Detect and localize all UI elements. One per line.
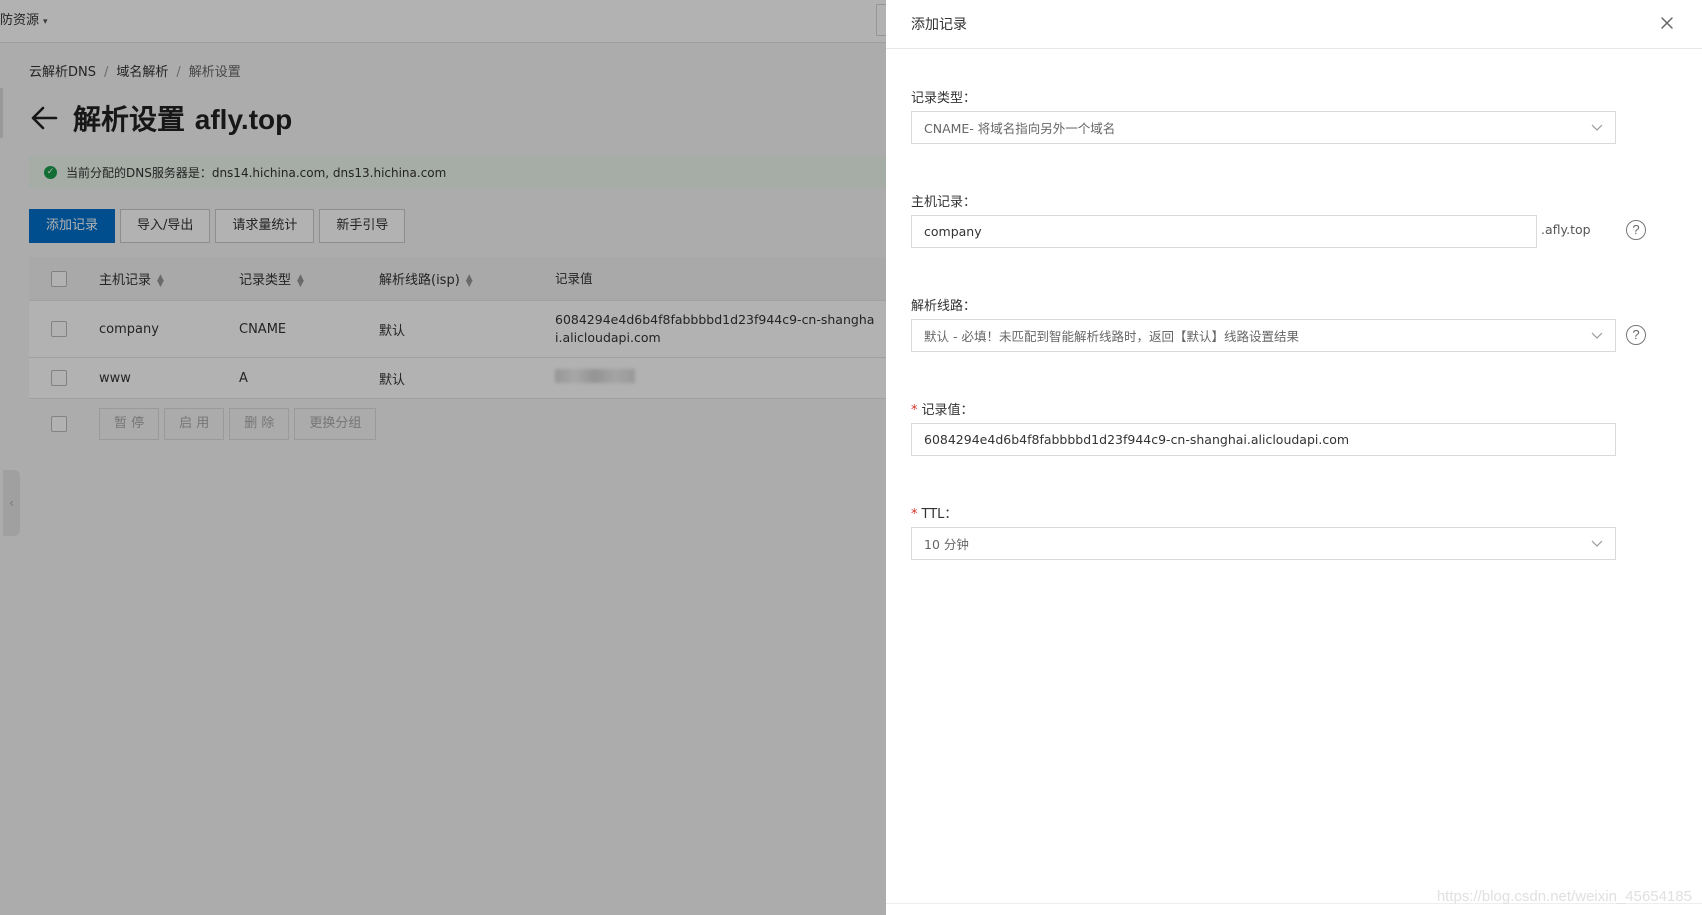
ttl-value: 10 分钟 bbox=[924, 537, 969, 552]
chevron-down-icon bbox=[1591, 124, 1603, 131]
domain-suffix: .afly.top bbox=[1541, 222, 1591, 237]
host-record-label: 主机记录： bbox=[911, 195, 977, 210]
modal-overlay[interactable] bbox=[0, 0, 886, 915]
host-record-field: 主机记录： company .afly.top ? bbox=[911, 191, 1671, 248]
resolve-line-label: 解析线路： bbox=[911, 299, 977, 314]
close-icon[interactable] bbox=[1657, 13, 1677, 33]
drawer-header: 添加记录 bbox=[886, 0, 1702, 49]
resolve-line-value: 默认 - 必填！未匹配到智能解析线路时，返回【默认】线路设置结果 bbox=[924, 329, 1299, 344]
record-type-label: 记录类型： bbox=[911, 91, 977, 106]
drawer-title: 添加记录 bbox=[911, 17, 967, 33]
required-mark: * bbox=[911, 507, 918, 522]
host-record-input[interactable]: company bbox=[911, 215, 1537, 248]
chevron-down-icon bbox=[1591, 540, 1603, 547]
resolve-line-select[interactable]: 默认 - 必填！未匹配到智能解析线路时，返回【默认】线路设置结果 bbox=[911, 319, 1616, 352]
ttl-label: * TTL： bbox=[911, 503, 1671, 522]
record-type-field: 记录类型： CNAME- 将域名指向另外一个域名 bbox=[911, 87, 1671, 144]
required-mark: * bbox=[911, 403, 918, 418]
resolve-line-field: 解析线路： 默认 - 必填！未匹配到智能解析线路时，返回【默认】线路设置结果 ? bbox=[911, 295, 1671, 352]
record-value-input[interactable]: 6084294e4d6b4f8fabbbbd1d23f944c9-cn-shan… bbox=[911, 423, 1616, 456]
record-value-label-text: 记录值： bbox=[921, 403, 974, 418]
ttl-field: * TTL： 10 分钟 bbox=[911, 503, 1671, 560]
host-help-icon[interactable]: ? bbox=[1626, 220, 1646, 240]
add-record-drawer: 添加记录 记录类型： CNAME- 将域名指向另外一个域名 主机记录： comp… bbox=[886, 0, 1702, 915]
ttl-label-text: TTL： bbox=[921, 507, 958, 522]
record-value-field: * 记录值： 6084294e4d6b4f8fabbbbd1d23f944c9-c… bbox=[911, 399, 1671, 456]
record-type-value: CNAME- 将域名指向另外一个域名 bbox=[924, 121, 1116, 136]
chevron-down-icon bbox=[1591, 332, 1603, 339]
record-value-text: 6084294e4d6b4f8fabbbbd1d23f944c9-cn-shan… bbox=[924, 432, 1350, 447]
host-record-value: company bbox=[924, 224, 982, 239]
record-type-select[interactable]: CNAME- 将域名指向另外一个域名 bbox=[911, 111, 1616, 144]
watermark: https://blog.csdn.net/weixin_45654185 bbox=[1436, 888, 1692, 905]
ttl-select[interactable]: 10 分钟 bbox=[911, 527, 1616, 560]
record-value-label: * 记录值： bbox=[911, 399, 1671, 418]
line-help-icon[interactable]: ? bbox=[1626, 325, 1646, 345]
